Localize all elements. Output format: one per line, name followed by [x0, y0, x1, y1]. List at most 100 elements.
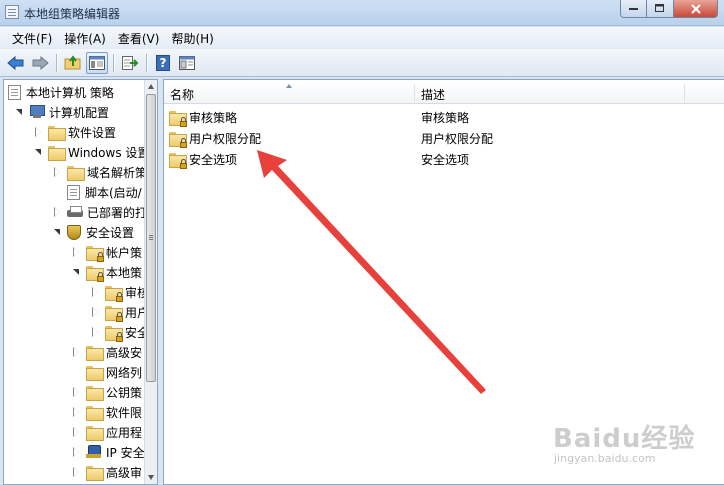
tree-item-label: 已部署的打	[87, 205, 148, 220]
item-name: 安全选项	[189, 153, 238, 167]
collapsed-arrow-icon[interactable]	[90, 307, 100, 317]
tree-item-user-rights[interactable]: 用户	[90, 302, 149, 322]
tree-item-label: Windows 设置	[68, 145, 150, 160]
tree-item-software-restriction[interactable]: 软件限	[71, 402, 142, 422]
list-header: 名称 描述	[164, 84, 724, 104]
column-header-description[interactable]: 描述	[415, 84, 685, 104]
collapsed-arrow-icon[interactable]	[90, 287, 100, 297]
sort-ascending-icon	[286, 84, 292, 88]
lock-folder-icon	[169, 111, 187, 127]
tree-item-audit-policy[interactable]: 审核	[90, 282, 149, 302]
collapsed-arrow-icon[interactable]	[90, 327, 100, 337]
tree-item-advanced-audit[interactable]: 高级审	[71, 462, 142, 482]
tree-item-security-options[interactable]: 安全	[90, 322, 149, 342]
scroll-down-icon[interactable]	[148, 475, 154, 480]
collapsed-arrow-icon[interactable]	[71, 387, 81, 397]
scroll-thumb[interactable]	[146, 94, 156, 382]
tree-item-account-policies[interactable]: 帐户策	[71, 242, 142, 262]
item-name: 用户权限分配	[189, 132, 262, 146]
collapsed-arrow-icon[interactable]	[71, 447, 81, 457]
tree-item-deployed-printers[interactable]: 已部署的打	[52, 202, 147, 222]
folder-icon	[86, 365, 104, 381]
window-controls	[620, 0, 718, 18]
maximize-button[interactable]	[647, 0, 674, 18]
back-button[interactable]	[5, 52, 27, 74]
close-button[interactable]	[674, 0, 718, 18]
folder-icon	[86, 465, 104, 481]
collapsed-arrow-icon[interactable]	[71, 247, 81, 257]
export-list-button[interactable]	[119, 52, 141, 74]
collapsed-arrow-icon[interactable]	[71, 427, 81, 437]
tree-item-local-policies[interactable]: 本地策	[71, 262, 142, 282]
tree-pane[interactable]: 本地计算机 策略 计算机配置 软件设置 Windows 设置 域名解析策 脚本(…	[3, 79, 158, 485]
tree-item-label: 应用程	[106, 425, 143, 440]
menu-view[interactable]: 查看(V)	[112, 28, 166, 49]
tree-item-label: 公钥策	[106, 385, 143, 400]
tree-item-label: 计算机配置	[49, 105, 110, 120]
cell-name: 安全选项	[164, 151, 415, 169]
scroll-up-icon[interactable]	[148, 84, 154, 89]
tree-item-advanced-firewall[interactable]: 高级安	[71, 342, 142, 362]
toolbar: ?	[0, 49, 724, 77]
lock-folder-icon	[105, 285, 123, 302]
column-header-name[interactable]: 名称	[164, 84, 415, 104]
window-title: 本地组策略编辑器	[24, 7, 121, 21]
tree-item-security-settings[interactable]: 安全设置	[52, 222, 134, 242]
folder-icon	[86, 405, 104, 421]
tree-item-label: 安全设置	[86, 225, 135, 240]
app-icon	[5, 5, 19, 19]
network-icon	[86, 445, 102, 459]
collapsed-arrow-icon[interactable]	[33, 127, 43, 137]
tree-item-windows-settings[interactable]: Windows 设置	[33, 142, 149, 162]
column-header-label: 描述	[421, 87, 446, 102]
collapsed-arrow-icon[interactable]	[52, 167, 62, 177]
menu-file[interactable]: 文件(F)	[6, 28, 58, 49]
tree-item-computer-config[interactable]: 计算机配置	[14, 102, 109, 122]
tree-item-ip-security[interactable]: IP 安全	[71, 442, 145, 462]
forward-button[interactable]	[29, 52, 51, 74]
tree-item-label: 高级安	[106, 345, 143, 360]
expanded-arrow-icon[interactable]	[14, 107, 24, 117]
expanded-arrow-icon[interactable]	[33, 147, 43, 157]
tree-item-network-list[interactable]: 网络列	[86, 362, 142, 382]
tree-item-application-control[interactable]: 应用程	[71, 422, 142, 442]
collapsed-arrow-icon[interactable]	[71, 407, 81, 417]
minimize-button[interactable]	[620, 0, 647, 18]
policy-doc-icon	[8, 84, 21, 100]
folder-icon	[86, 425, 104, 441]
tree-item-label: 帐户策	[106, 245, 143, 260]
show-hide-tree-button[interactable]	[86, 51, 108, 74]
toolbar-separator	[113, 53, 114, 72]
list-item-user-rights[interactable]: 用户权限分配 用户权限分配	[164, 128, 724, 149]
list-item-security-options[interactable]: 安全选项 安全选项	[164, 149, 724, 170]
collapsed-arrow-icon[interactable]	[52, 207, 62, 217]
expanded-arrow-icon[interactable]	[71, 267, 81, 277]
tree-item-label: 软件设置	[68, 125, 117, 140]
lock-folder-icon	[105, 305, 123, 322]
cell-name: 审核策略	[164, 109, 415, 127]
folder-icon	[67, 165, 85, 181]
folder-icon	[48, 125, 66, 141]
tree-scrollbar[interactable]	[144, 80, 157, 484]
computer-icon	[29, 105, 45, 119]
collapsed-arrow-icon[interactable]	[71, 347, 81, 357]
tree-item-software-settings[interactable]: 软件设置	[33, 122, 116, 142]
menu-help[interactable]: 帮助(H)	[165, 28, 219, 49]
menu-action[interactable]: 操作(A)	[58, 28, 112, 49]
expanded-arrow-icon[interactable]	[52, 227, 62, 237]
collapsed-arrow-icon[interactable]	[71, 467, 81, 477]
tree-item-label: 本地计算机 策略	[26, 85, 114, 100]
help-button[interactable]: ?	[152, 52, 174, 74]
tree-item-public-key[interactable]: 公钥策	[71, 382, 142, 402]
tree-item-label: 网络列	[106, 365, 143, 380]
close-icon	[690, 3, 701, 14]
lock-folder-icon	[86, 245, 104, 262]
up-folder-button[interactable]	[62, 52, 84, 74]
lock-folder-icon	[169, 132, 187, 148]
list-item-audit-policy[interactable]: 审核策略 审核策略	[164, 107, 724, 128]
tree-item-name-resolution[interactable]: 域名解析策	[52, 162, 147, 182]
properties-button[interactable]	[176, 52, 198, 74]
tree-item-local-policy[interactable]: 本地计算机 策略	[8, 82, 114, 102]
tree-item-scripts[interactable]: 脚本(启动/	[67, 182, 142, 202]
folder-icon	[48, 145, 66, 161]
